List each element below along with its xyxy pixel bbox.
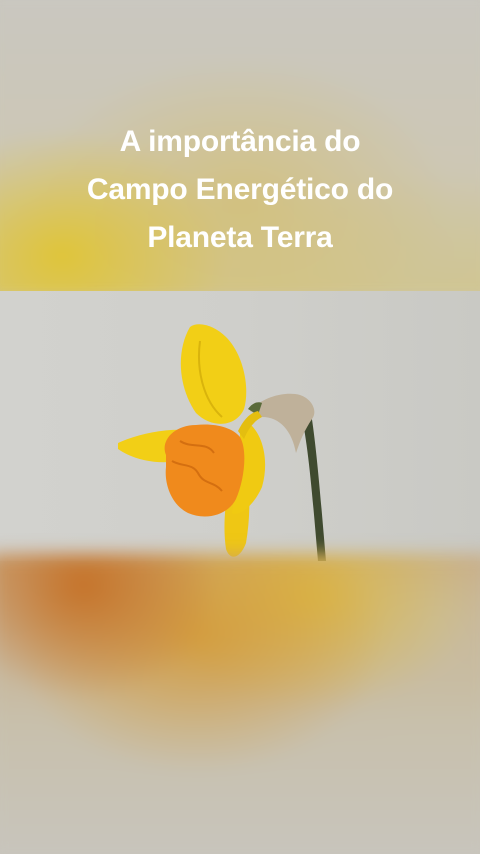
video-frame: A importância do Campo Energético do Pla… (0, 0, 480, 854)
blurred-background-bottom (0, 553, 480, 854)
caption-line-3: Planeta Terra (147, 221, 333, 254)
caption-line-2: Campo Energético do (86, 173, 394, 206)
daffodil-illustration (118, 324, 326, 561)
caption-title: A importância do Campo Energético do Pla… (0, 118, 480, 262)
trumpet-corona (164, 424, 245, 517)
caption-line-1: A importância do (119, 125, 361, 158)
daffodil-photo (0, 291, 480, 561)
